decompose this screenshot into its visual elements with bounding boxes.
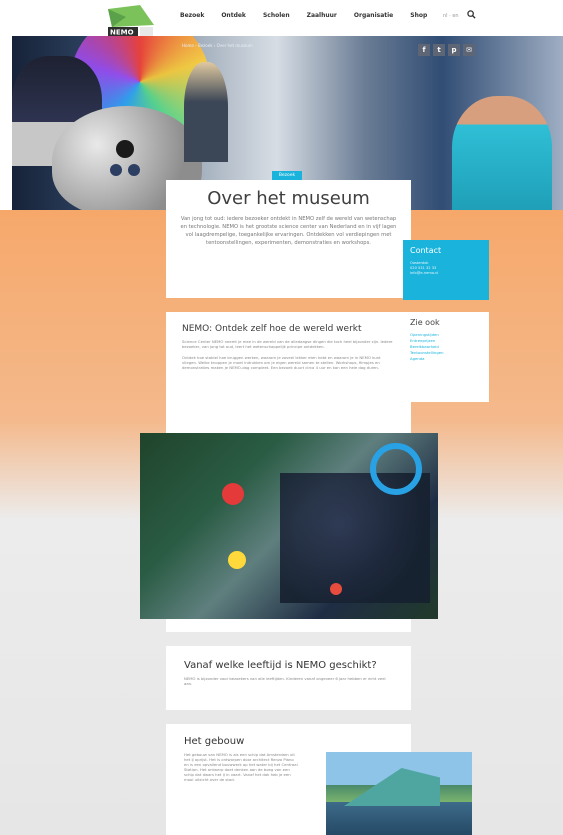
exhibit-ring xyxy=(370,443,422,495)
top-navigation-bar: NEMO Bezoek Ontdek Scholen Zaalhuur Orga… xyxy=(0,0,563,37)
nav-item-bezoek[interactable]: Bezoek xyxy=(180,12,204,19)
see-also-box: Zie ook Openingstijden Entreeprijzen Ber… xyxy=(403,312,489,402)
nav-item-zaalhuur[interactable]: Zaalhuur xyxy=(307,12,337,19)
crowd-graphic xyxy=(280,473,430,603)
svg-text:NEMO: NEMO xyxy=(110,29,134,37)
section-paragraph: Science Center NEMO neemt je mee in de w… xyxy=(182,339,393,349)
language-switch[interactable]: nl · en xyxy=(443,13,459,19)
visitor-figure xyxy=(184,62,228,162)
mail-icon[interactable]: ✉ xyxy=(463,44,475,56)
twitter-icon[interactable]: t xyxy=(433,44,445,56)
contact-email[interactable]: info@e-nemo.nl xyxy=(410,271,482,276)
breadcrumb[interactable]: Home › Bezoek › Over het museum xyxy=(182,43,253,48)
pinterest-icon[interactable]: p xyxy=(448,44,460,56)
exhibit-lens xyxy=(128,164,140,176)
see-also-link[interactable]: Agenda xyxy=(410,356,482,362)
exhibit-lens xyxy=(110,164,122,176)
nav-item-organisatie[interactable]: Organisatie xyxy=(354,12,393,19)
section-paragraph: Ontdek hoe stabiel hoe bruggen werken, w… xyxy=(182,355,381,370)
exhibit-lens xyxy=(116,140,134,158)
nav-item-scholen[interactable]: Scholen xyxy=(263,12,290,19)
age-text: NEMO is bijzonder voor bezoekers van all… xyxy=(184,676,386,686)
nemo-building-graphic xyxy=(344,768,440,806)
intro-card: Over het museum Van jong tot oud: iedere… xyxy=(166,180,411,298)
red-ball xyxy=(330,583,342,595)
nav-item-ontdek[interactable]: Ontdek xyxy=(221,12,246,19)
building-text: Het gebouw van NEMO is als een schip dat… xyxy=(184,752,298,782)
contact-box: Contact Oosterdok 020 531 32 33 info@e-n… xyxy=(403,240,489,300)
intro-text: Van jong tot oud: iedere bezoeker ontdek… xyxy=(180,216,397,246)
see-also-title: Zie ook xyxy=(410,318,440,327)
social-share-bar: f t p ✉ xyxy=(418,44,475,56)
nemo-logo[interactable]: NEMO xyxy=(106,5,158,37)
category-tag[interactable]: Bezoek xyxy=(272,171,302,180)
nav-item-shop[interactable]: Shop xyxy=(410,12,427,19)
page-title: Over het museum xyxy=(207,188,370,209)
age-title: Vanaf welke leeftijd is NEMO geschikt? xyxy=(184,660,377,671)
main-nav: Bezoek Ontdek Scholen Zaalhuur Organisat… xyxy=(180,12,427,19)
search-icon[interactable] xyxy=(467,10,476,19)
building-photo xyxy=(326,752,472,835)
section-title: NEMO: Ontdek zelf hoe de wereld werkt xyxy=(182,324,362,334)
facebook-icon[interactable]: f xyxy=(418,44,430,56)
yellow-ball xyxy=(228,551,246,569)
red-ball xyxy=(222,483,244,505)
contact-title: Contact xyxy=(410,246,442,255)
building-title: Het gebouw xyxy=(184,736,245,747)
museum-interior-photo xyxy=(140,433,438,619)
visitor-figure xyxy=(452,96,552,210)
age-card: Vanaf welke leeftijd is NEMO geschikt? N… xyxy=(166,646,411,710)
